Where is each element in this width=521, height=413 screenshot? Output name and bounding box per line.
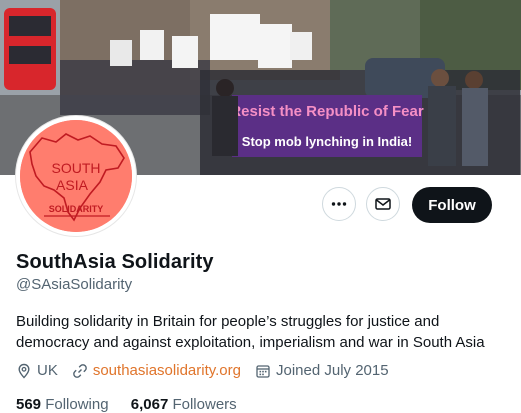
- more-horizontal-icon: [331, 202, 347, 206]
- profile-meta: UK southasiasolidarity.org Joined July 2…: [16, 362, 403, 379]
- profile-handle: @SAsiaSolidarity: [16, 276, 133, 293]
- placard-line-1: Resist the Republic of Fear: [230, 103, 424, 120]
- placard-line-2: Stop mob lynching in India!: [242, 134, 412, 149]
- avatar-logo: SOUTH ASIA SOLIDARITY: [20, 120, 132, 232]
- followers-label: Followers: [172, 396, 237, 413]
- follow-button[interactable]: Follow: [412, 187, 492, 223]
- more-button[interactable]: [322, 187, 356, 221]
- join-date: Joined July 2015: [255, 362, 389, 379]
- website-link[interactable]: southasiasolidarity.org: [93, 362, 241, 379]
- location: UK: [16, 362, 58, 379]
- location-text: UK: [37, 362, 58, 379]
- calendar-icon: [256, 364, 270, 378]
- avatar-text-3: SOLIDARITY: [49, 204, 104, 214]
- profile-name: SouthAsia Solidarity: [16, 251, 214, 273]
- followers-count: 6,067: [130, 396, 169, 413]
- followers-stat[interactable]: 6,067 Followers: [131, 396, 237, 413]
- message-button[interactable]: [366, 187, 400, 221]
- profile-bio: Building solidarity in Britain for peopl…: [16, 313, 485, 351]
- envelope-icon: [375, 198, 391, 210]
- profile-avatar[interactable]: SOUTH ASIA SOLIDARITY: [16, 116, 136, 236]
- following-label: Following: [45, 396, 109, 413]
- link-icon: [72, 363, 87, 378]
- website[interactable]: southasiasolidarity.org: [72, 362, 241, 379]
- join-date-text: Joined July 2015: [275, 362, 389, 379]
- avatar-text-1: SOUTH: [52, 160, 101, 176]
- profile-stats: 569 Following 6,067 Followers: [16, 396, 255, 413]
- avatar-text-2: ASIA: [56, 177, 89, 193]
- following-stat[interactable]: 569 Following: [16, 396, 109, 413]
- following-count: 569: [16, 396, 42, 413]
- location-pin-icon: [18, 363, 30, 379]
